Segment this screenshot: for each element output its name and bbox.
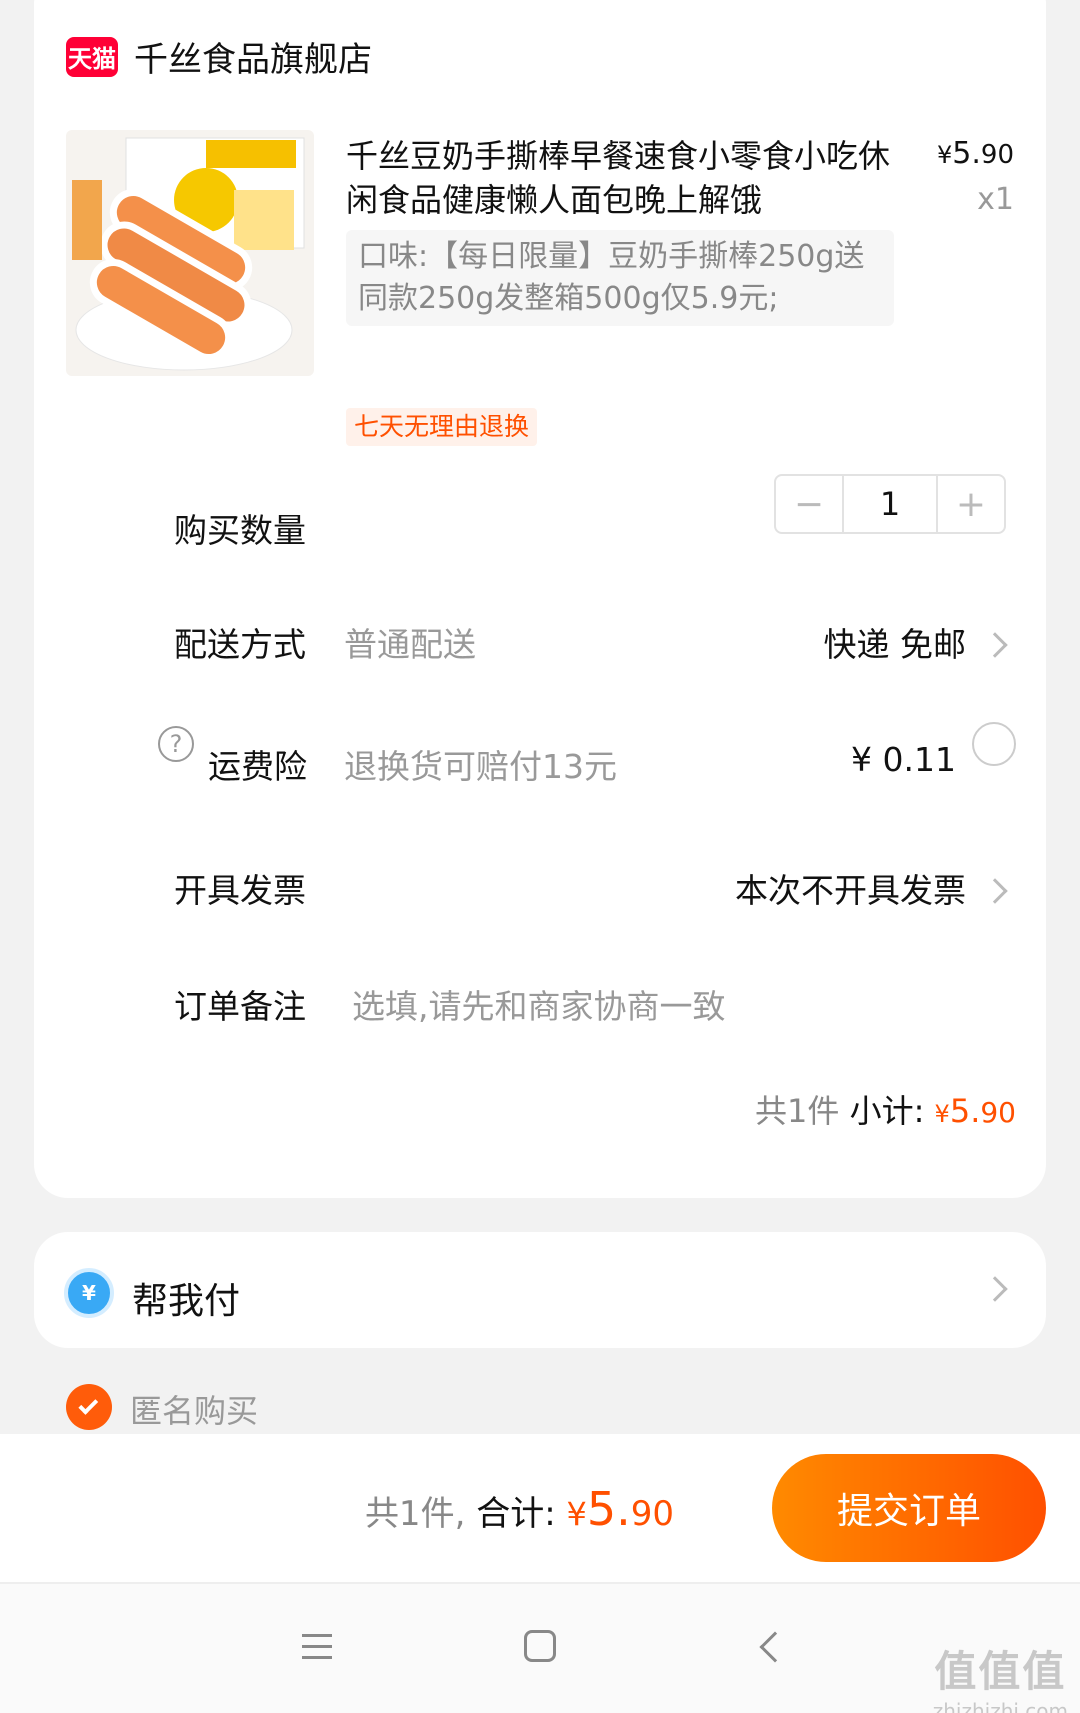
back-icon[interactable] [759,1631,791,1663]
increase-button[interactable]: + [938,476,1004,532]
anonymous-label[interactable]: 匿名购买 [130,1386,258,1432]
shop-header[interactable]: 天猫 千丝食品旗舰店 [66,32,372,81]
insurance-description: 退换货可赔付13元 [344,747,617,786]
product-sku[interactable]: 口味:【每日限量】豆奶手撕棒250g送同款250g发整箱500g仅5.9元; [346,230,894,326]
yuan-coin-icon: ¥ [64,1268,114,1318]
insurance-radio[interactable] [972,722,1016,766]
submit-order-button[interactable]: 提交订单 [772,1454,1046,1562]
menu-icon[interactable] [302,1634,332,1667]
product-title[interactable]: 千丝豆奶手撕棒早餐速食小零食小吃休闲食品健康懒人面包晚上解饿 [346,134,906,222]
order-total: 共1件, 合计: ¥5.90 [364,1482,674,1536]
subtotal: 共1件 小计: ¥5.90 [755,1092,1016,1130]
insurance-price: ¥ 0.11 [851,740,956,779]
product-price: ¥5.90 [937,136,1014,171]
help-pay-label: 帮我付 [132,1281,241,1322]
invoice-value[interactable]: 本次不开具发票 [735,864,966,912]
delivery-chevron-icon[interactable] [982,632,1008,658]
product-quantity-label: x1 [977,182,1014,217]
quantity-value[interactable]: 1 [842,476,938,532]
help-icon[interactable]: ? [158,726,194,762]
help-pay-row[interactable]: ¥ 帮我付 [34,1232,1046,1348]
return-policy-badge: 七天无理由退换 [346,408,538,446]
decrease-button[interactable]: − [776,476,842,532]
note-input[interactable]: 选填,请先和商家协商一致 [352,980,726,1028]
check-icon [78,1394,99,1415]
quantity-label: 购买数量 [174,511,306,550]
delivery-type: 普通配送 [344,625,476,664]
system-nav-bar: 值值值 zhizhizhi.com [0,1582,1080,1713]
home-icon[interactable] [524,1630,556,1662]
tmall-logo-icon: 天猫 [66,36,118,77]
insurance-label: 运费险 [208,747,307,786]
delivery-value[interactable]: 快递 免邮 [824,618,967,666]
anonymous-checkbox[interactable] [66,1384,112,1430]
product-image[interactable] [66,130,314,376]
product-photo-icon [72,137,305,371]
note-label: 订单备注 [174,987,306,1026]
quantity-stepper[interactable]: − 1 + [774,474,1006,534]
delivery-label: 配送方式 [174,625,306,664]
help-pay-chevron-icon [982,1276,1008,1302]
watermark: 值值值 zhizhizhi.com [932,1647,1068,1713]
invoice-label: 开具发票 [174,871,306,910]
order-card: 天猫 千丝食品旗舰店 千丝豆奶手撕棒早餐速食小零食小吃休闲食品健康懒人面包晚上解… [34,0,1046,1198]
checkout-bar: 共1件, 合计: ¥5.90 提交订单 [0,1434,1080,1582]
shop-name[interactable]: 千丝食品旗舰店 [134,32,372,81]
invoice-chevron-icon[interactable] [982,878,1008,904]
